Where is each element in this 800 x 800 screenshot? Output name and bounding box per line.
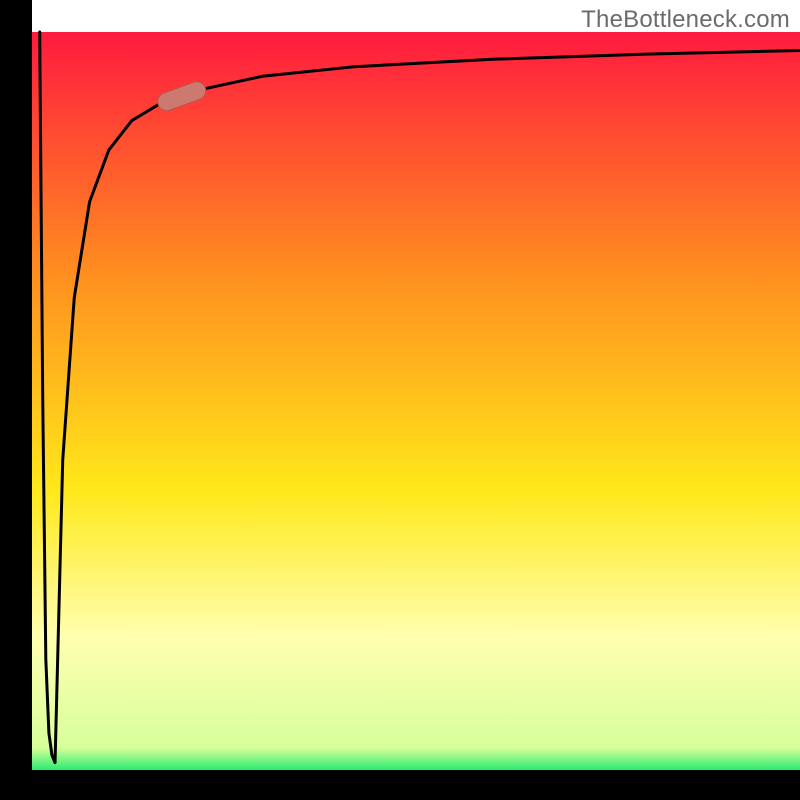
chart-svg (0, 0, 800, 800)
plot-background (32, 32, 800, 770)
chart-container: TheBottleneck.com (0, 0, 800, 800)
watermark-text: TheBottleneck.com (581, 6, 790, 34)
bottom-border (0, 770, 800, 800)
left-border (0, 0, 32, 800)
